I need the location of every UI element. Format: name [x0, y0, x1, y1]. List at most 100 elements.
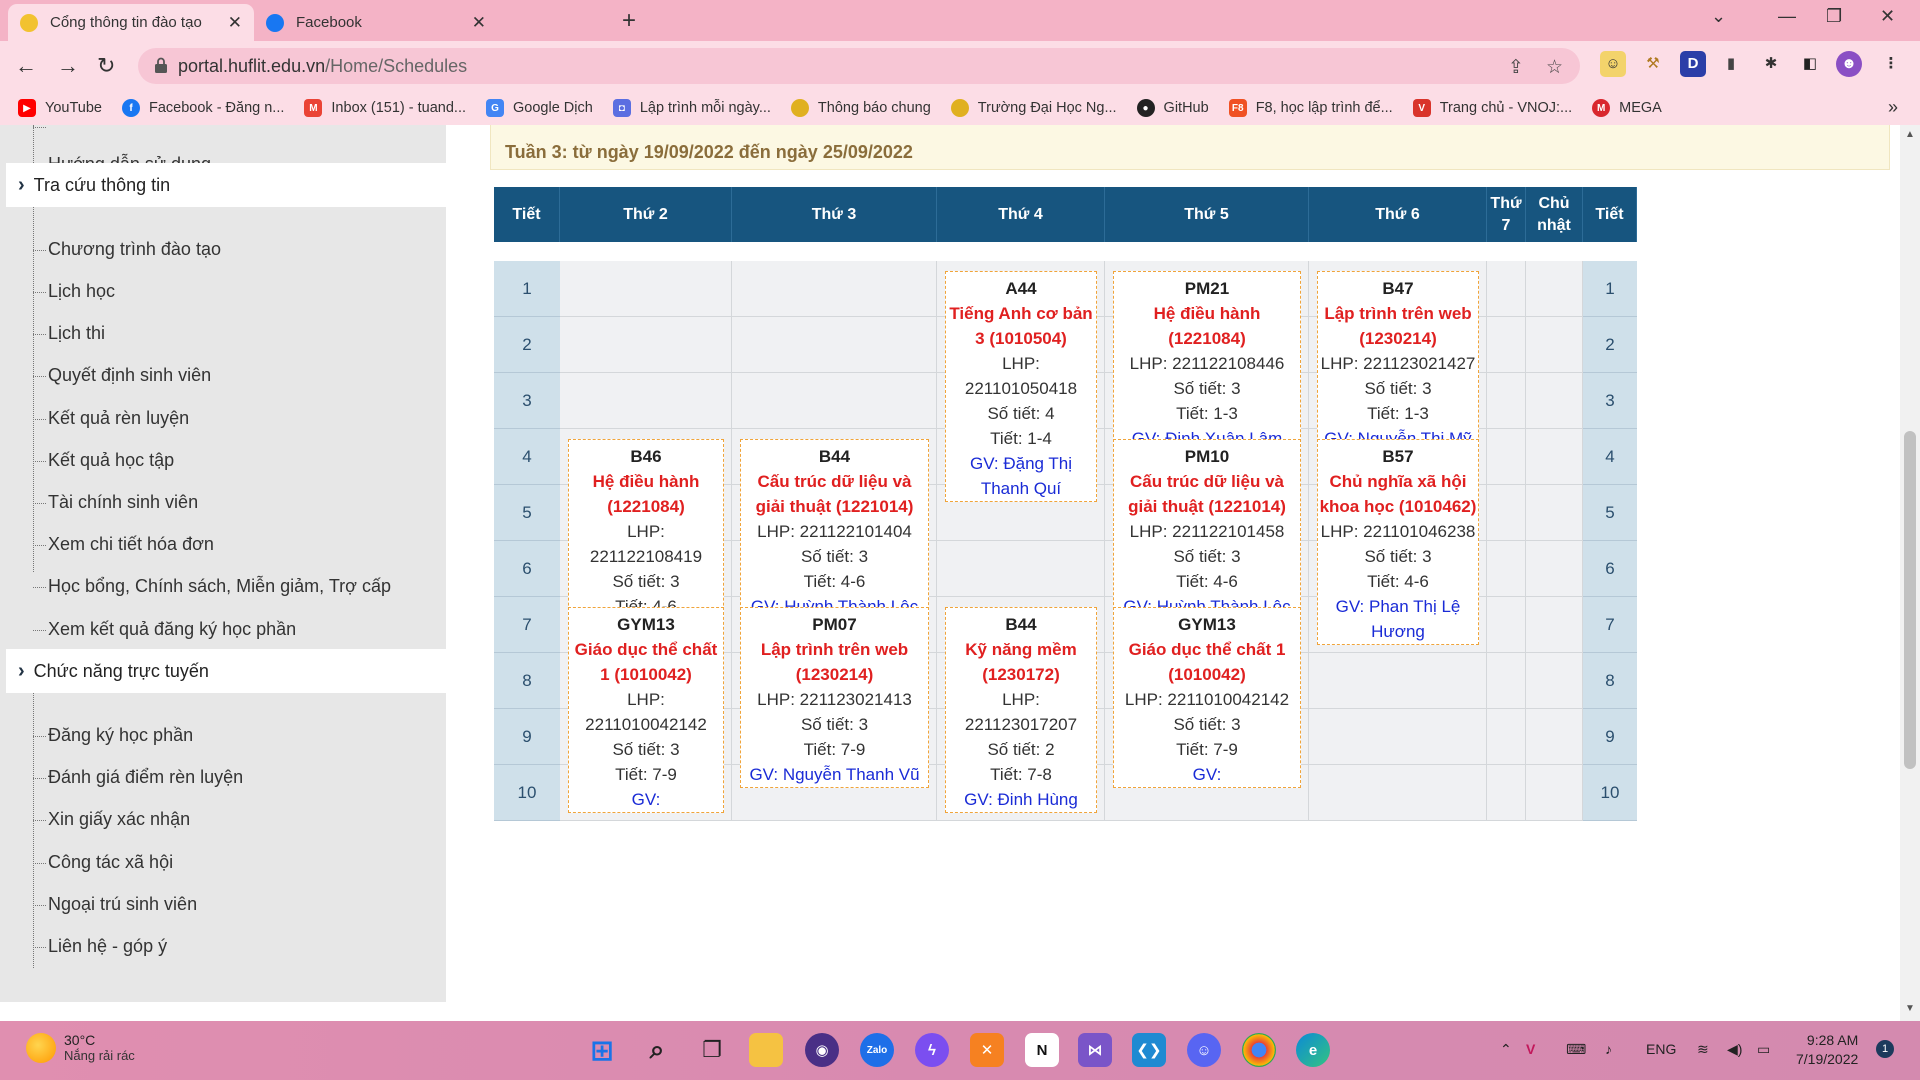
bookmark-youtube[interactable]: ▶ YouTube — [18, 99, 102, 117]
class-card[interactable]: PM07 Lập trình trên web (1230214) LHP: 221… — [740, 607, 929, 788]
notion-icon[interactable]: N — [1025, 1033, 1059, 1067]
profile-avatar[interactable]: ☻ — [1836, 51, 1862, 77]
lock-icon[interactable] — [154, 57, 168, 73]
battery-icon[interactable]: ▭ — [1757, 1041, 1770, 1058]
tray-app-icon[interactable]: V — [1526, 1041, 1535, 1057]
sidebar-item-lich-thi[interactable]: Lịch thi — [32, 323, 105, 344]
xampp-icon[interactable]: ✕ — [970, 1033, 1004, 1067]
tab-cong-thong-tin[interactable]: Cổng thông tin đào tạo ✕ — [8, 4, 254, 41]
class-teacher[interactable]: GV: Nguyễn Thanh Vũ — [741, 762, 928, 787]
windows-start-icon[interactable]: ⊞ — [585, 1033, 619, 1067]
bookmark-google-dich[interactable]: G Google Dịch — [486, 99, 593, 117]
keyboard-icon[interactable]: ⌨ — [1566, 1041, 1586, 1058]
bookmark-github[interactable]: ● GitHub — [1136, 99, 1209, 117]
search-icon[interactable]: ⌕ — [640, 1033, 674, 1067]
zalo-icon[interactable]: Zalo — [860, 1033, 894, 1067]
sidebar-item-chuong-trinh[interactable]: Chương trình đào tạo — [33, 239, 221, 260]
sidebar-item-xin-giay[interactable]: Xin giấy xác nhận — [32, 809, 190, 830]
class-teacher[interactable]: GV: Phan Thị Lệ Hương — [1318, 594, 1478, 644]
extensions-puzzle-icon[interactable]: ✱ — [1758, 51, 1784, 77]
reload-icon[interactable]: ↻ — [97, 53, 115, 79]
sidebar-item-ket-qua-ren-luyen[interactable]: Kết quả rèn luyện — [32, 408, 189, 429]
sidebar-item-danh-gia[interactable]: Đánh giá điểm rèn luyện — [32, 767, 243, 788]
edge-icon[interactable]: e — [1296, 1033, 1330, 1067]
bookmark-mega[interactable]: M MEGA — [1592, 99, 1662, 117]
speaker-icon[interactable]: ◀) — [1727, 1041, 1742, 1058]
bookmark-truong-dh[interactable]: Trường Đại Học Ng... — [950, 99, 1117, 117]
bookmark-lap-trinh[interactable]: ◘ Lập trình mỗi ngày... — [612, 99, 771, 117]
sidebar-item-lien-he[interactable]: Liên hệ - góp ý — [32, 936, 167, 957]
file-explorer-icon[interactable] — [749, 1033, 783, 1067]
scroll-down-arrow-icon[interactable]: ▼ — [1905, 1003, 1915, 1014]
vscode-icon[interactable]: ❮❯ — [1132, 1033, 1166, 1067]
microphone-icon[interactable]: ♪ — [1605, 1041, 1612, 1057]
bookmark-f8[interactable]: F8 F8, học lập trình để... — [1228, 99, 1393, 117]
extension-d-icon[interactable]: D — [1680, 51, 1706, 77]
class-card[interactable]: GYM13 Giáo dục thể chất 1 (1010042) LHP: 2… — [1113, 607, 1301, 788]
tab-search-icon[interactable]: ⌄ — [1711, 6, 1726, 27]
page-scrollbar[interactable]: ▲ ▼ — [1900, 125, 1920, 1021]
sidebar-item-ngoai-tru[interactable]: Ngoại trú sinh viên — [32, 894, 197, 915]
maximize-icon[interactable]: ❐ — [1826, 6, 1842, 27]
address-bar[interactable]: portal.huflit.edu.vn/Home/Schedules ⇪ ☆ — [138, 48, 1580, 84]
sidebar-item-hoc-bong[interactable]: Học bổng, Chính sách, Miễn giảm, Trợ cấp — [33, 576, 391, 597]
bookmark-star-icon[interactable]: ☆ — [1546, 56, 1563, 79]
close-window-icon[interactable]: ✕ — [1880, 6, 1895, 27]
visual-studio-icon[interactable]: ⋈ — [1078, 1033, 1112, 1067]
github-desktop-icon[interactable]: ◉ — [805, 1033, 839, 1067]
class-card[interactable]: B57 Chủ nghĩa xã hội khoa học (1010462) LH… — [1317, 439, 1479, 645]
class-card[interactable]: B44 Cấu trúc dữ liệu và giải thuật (12210… — [740, 439, 929, 620]
bookmark-vnoj[interactable]: V Trang chủ - VNOJ:... — [1412, 99, 1572, 117]
class-teacher[interactable]: GV: — [1114, 762, 1300, 787]
bookmarks-overflow-icon[interactable]: » — [1888, 97, 1898, 118]
sidebar-item-quyet-dinh[interactable]: Quyết định sinh viên — [32, 365, 211, 386]
back-icon[interactable]: ← — [15, 53, 37, 79]
class-card[interactable]: GYM13 Giáo dục thể chất 1 (1010042) LHP: 2… — [568, 607, 724, 813]
bookmark-facebook[interactable]: f Facebook - Đăng n... — [121, 99, 284, 117]
close-tab-icon[interactable]: ✕ — [228, 13, 242, 33]
sidebar-item-dang-ky-hoc-phan[interactable]: Đăng ký học phần — [32, 725, 193, 746]
sidebar-item-ket-qua-dang-ky[interactable]: Xem kết quả đăng ký học phần — [32, 619, 296, 640]
notification-badge[interactable]: 1 — [1876, 1040, 1894, 1058]
tray-overflow-icon[interactable]: ⌃ — [1500, 1041, 1512, 1058]
class-teacher[interactable]: GV: Đặng Thị Thanh Quí — [946, 451, 1096, 501]
scroll-up-arrow-icon[interactable]: ▲ — [1905, 129, 1915, 140]
wifi-icon[interactable]: ≋ — [1697, 1041, 1709, 1058]
side-panel-icon[interactable]: ◧ — [1797, 51, 1823, 77]
chrome-icon[interactable] — [1242, 1033, 1276, 1067]
system-clock[interactable]: 9:28 AM 7/19/2022 — [1796, 1031, 1858, 1069]
discord-icon[interactable]: ☺ — [1187, 1033, 1221, 1067]
new-tab-button[interactable]: + — [622, 7, 636, 35]
sidebar-item-lich-hoc[interactable]: Lịch học — [32, 281, 115, 302]
bookmark-thong-bao[interactable]: Thông báo chung — [790, 99, 931, 117]
class-card[interactable]: PM21 Hệ điều hành (1221084) LHP: 221122108… — [1113, 271, 1301, 452]
sidebar-item-tai-chinh[interactable]: Tài chính sinh viên — [32, 492, 198, 513]
minimize-icon[interactable]: — — [1778, 6, 1796, 27]
period-label: 9 — [1583, 709, 1637, 765]
close-tab-icon[interactable]: ✕ — [472, 13, 486, 33]
scrollbar-thumb[interactable] — [1904, 431, 1916, 769]
sidebar-item-hoa-don[interactable]: Xem chi tiết hóa đơn — [33, 534, 214, 555]
bookmark-inbox[interactable]: M Inbox (151) - tuand... — [304, 99, 466, 117]
share-icon[interactable]: ⇪ — [1508, 56, 1524, 79]
class-card[interactable]: PM10 Cấu trúc dữ liệu và giải thuật (1221… — [1113, 439, 1301, 620]
task-view-icon[interactable]: ❐ — [695, 1033, 729, 1067]
forward-icon[interactable]: → — [57, 53, 79, 79]
class-teacher[interactable]: GV: Đinh Hùng — [946, 787, 1096, 812]
messenger-icon[interactable]: ϟ — [915, 1033, 949, 1067]
extension-emoji-icon[interactable]: ☺ — [1600, 51, 1626, 77]
extension-tool-icon[interactable]: ⚒ — [1640, 51, 1666, 77]
sidebar-section-chuc-nang[interactable]: › Chức năng trực tuyến — [6, 649, 446, 693]
weather-widget[interactable]: 30°C Nắng rải rác — [26, 1032, 135, 1063]
extension-copy-icon[interactable]: ▮ — [1718, 51, 1744, 77]
class-card[interactable]: B44 Kỹ năng mềm (1230172) LHP: 22112301720… — [945, 607, 1097, 813]
class-card[interactable]: A44 Tiếng Anh cơ bản 3 (1010504) LHP: 2211… — [945, 271, 1097, 502]
sidebar-item-cong-tac[interactable]: Công tác xã hội — [32, 852, 173, 873]
tab-facebook[interactable]: Facebook ✕ — [254, 4, 498, 41]
menu-kebab-icon[interactable]: ⋮ — [1878, 51, 1904, 77]
sidebar-item-ket-qua-hoc-tap[interactable]: Kết quả học tập — [32, 450, 174, 471]
sidebar-section-tra-cuu[interactable]: › Tra cứu thông tin — [6, 163, 446, 207]
language-indicator[interactable]: ENG — [1646, 1041, 1676, 1057]
class-teacher[interactable]: GV: — [569, 787, 723, 812]
sidebar-item-partial[interactable] — [32, 125, 53, 137]
